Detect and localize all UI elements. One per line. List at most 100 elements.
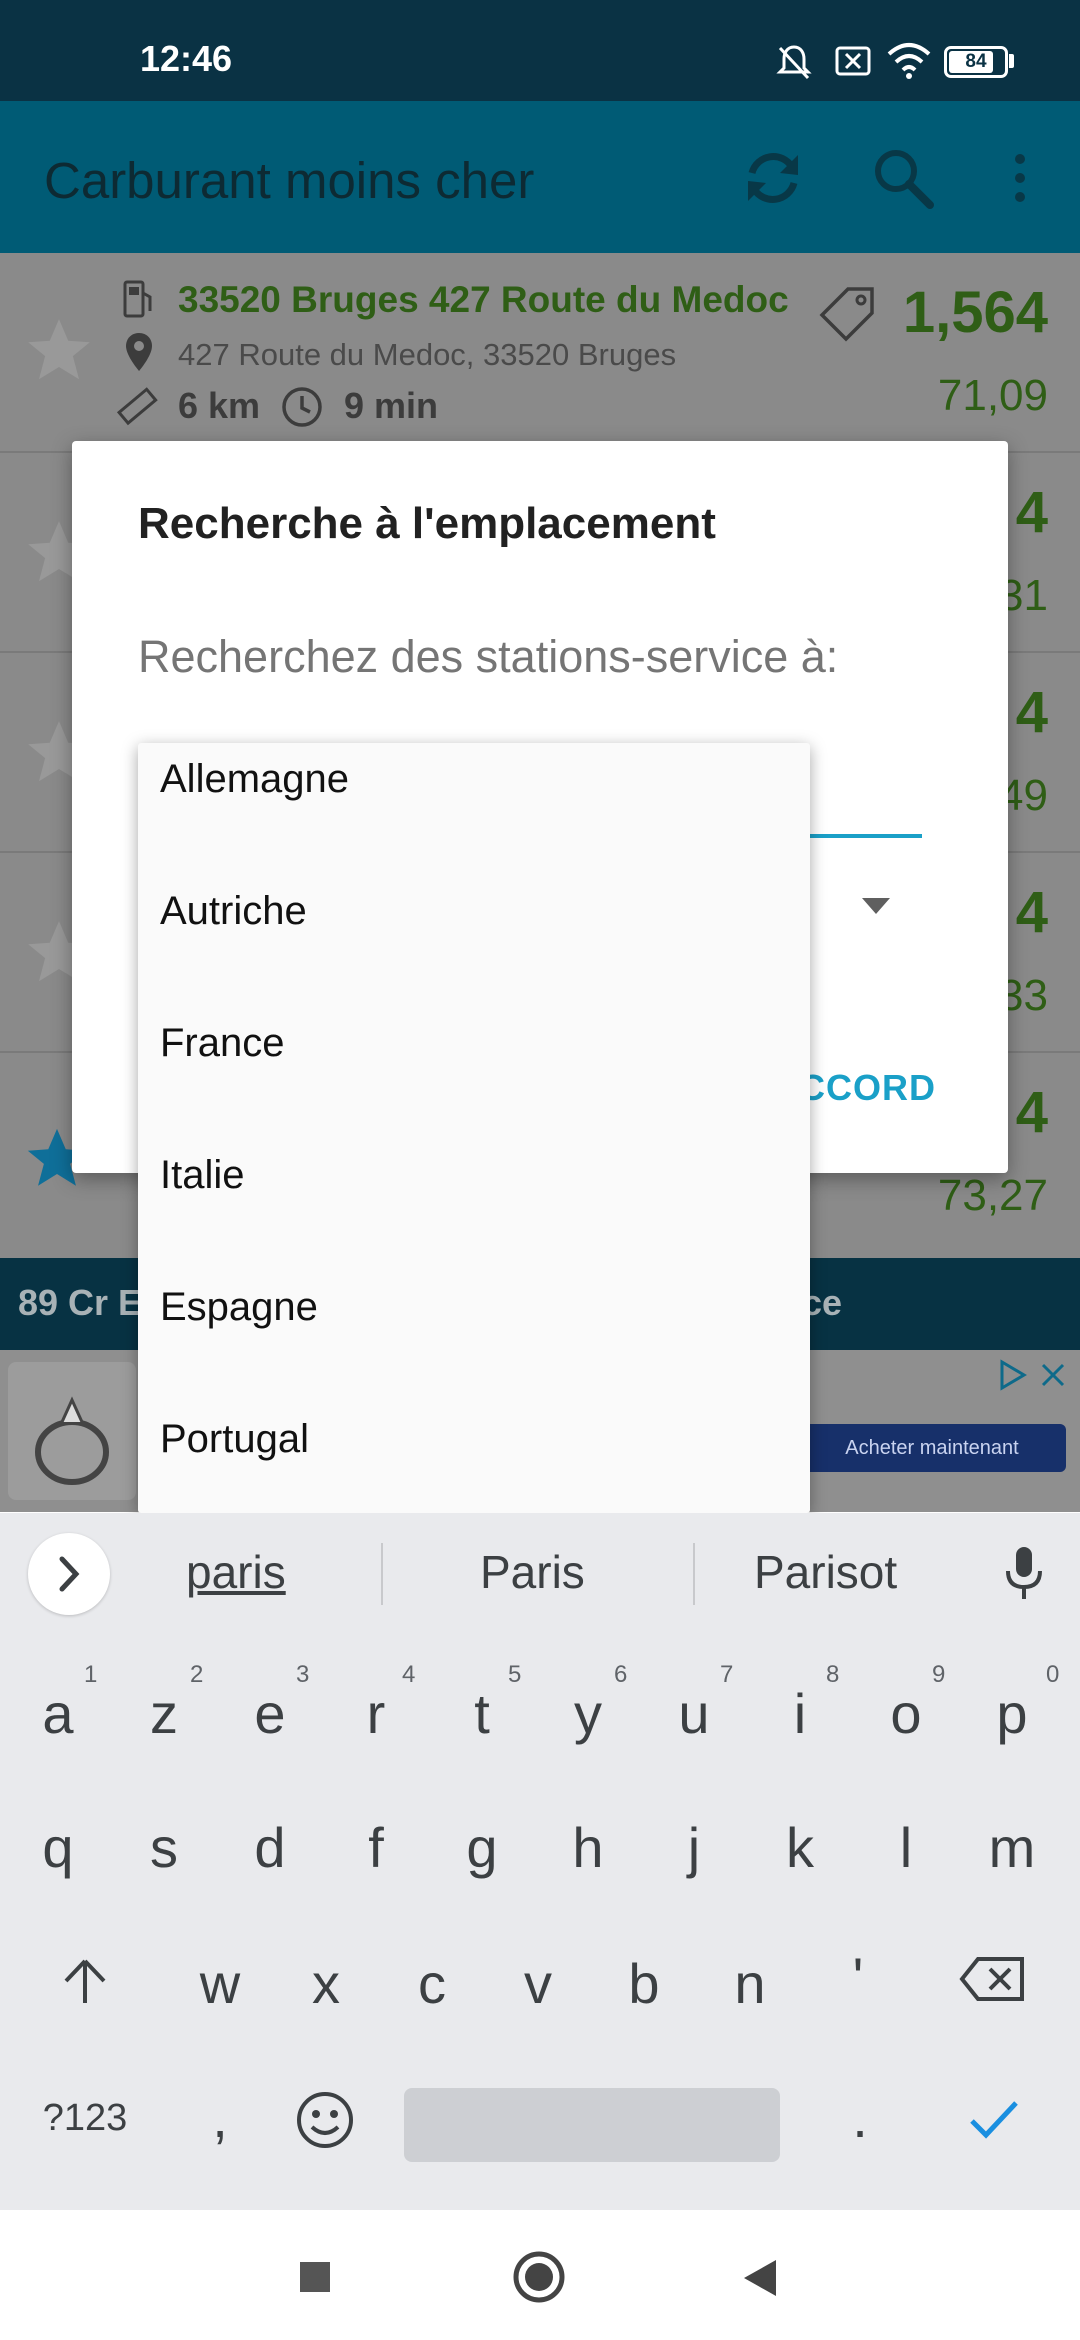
- key-hint-0: 0: [1046, 1661, 1060, 1688]
- key-r[interactable]: r: [332, 1681, 420, 1746]
- fuel-pump-icon: [123, 280, 152, 318]
- enter-check-icon[interactable]: [966, 2095, 1022, 2145]
- country-option-allemagne[interactable]: Allemagne: [160, 757, 349, 802]
- fuel-price: 4: [1015, 1080, 1048, 1145]
- suggestion-divider: [693, 1543, 695, 1605]
- home-icon[interactable]: [512, 2250, 566, 2304]
- key-f[interactable]: f: [332, 1815, 420, 1880]
- key-comma[interactable]: ,: [180, 2085, 260, 2150]
- key-v[interactable]: v: [494, 1951, 582, 2016]
- sim-disabled-icon: [835, 46, 871, 76]
- country-dropdown-arrow-icon[interactable]: [862, 898, 890, 914]
- key-e[interactable]: e: [226, 1681, 314, 1746]
- navigation-bar: [0, 2210, 1080, 2340]
- key-hint-3: 3: [296, 1661, 310, 1688]
- ad-close-icon[interactable]: [1038, 1360, 1068, 1390]
- key-period[interactable]: .: [820, 2085, 900, 2150]
- battery-level: 84: [965, 51, 987, 72]
- country-option-espagne[interactable]: Espagne: [160, 1285, 318, 1330]
- recents-icon[interactable]: [300, 2262, 330, 2292]
- emoji-icon[interactable]: [294, 2089, 356, 2151]
- symbols-key[interactable]: ?123: [20, 2097, 150, 2140]
- country-option-portugal[interactable]: Portugal: [160, 1417, 309, 1462]
- station-row[interactable]: 33520 Bruges 427 Route du Medoc 427 Rout…: [0, 253, 1080, 453]
- battery-tip: [1009, 54, 1014, 68]
- key-p[interactable]: p: [968, 1681, 1056, 1746]
- key-d[interactable]: d: [226, 1815, 314, 1880]
- location-pin-icon: [126, 333, 152, 371]
- more-options-icon[interactable]: [1000, 145, 1040, 211]
- spacebar[interactable]: [404, 2088, 780, 2162]
- key-hint-6: 6: [614, 1661, 628, 1688]
- keyboard-suggestion-strip: paris Paris Parisot: [0, 1513, 1080, 1633]
- location-text: 89 Cr E: [18, 1282, 143, 1323]
- key-hint-9: 9: [932, 1661, 946, 1688]
- fuel-price: 4: [1015, 680, 1048, 745]
- dialog-title: Recherche à l'emplacement: [138, 499, 716, 548]
- key-n[interactable]: n: [706, 1951, 794, 2016]
- price-tag-icon: [819, 287, 874, 342]
- search-icon[interactable]: [870, 145, 936, 211]
- key-j[interactable]: j: [650, 1815, 738, 1880]
- clock-icon: [282, 387, 322, 427]
- key-w[interactable]: w: [176, 1951, 264, 2016]
- ad-image[interactable]: [8, 1362, 136, 1500]
- key-y[interactable]: y: [544, 1681, 632, 1746]
- microphone-icon[interactable]: [1000, 1543, 1048, 1605]
- suggestion-divider: [381, 1543, 383, 1605]
- key-hint-5: 5: [508, 1661, 522, 1688]
- backspace-icon[interactable]: [958, 1953, 1028, 2005]
- key-hint-2: 2: [190, 1661, 204, 1688]
- key-g[interactable]: g: [438, 1815, 526, 1880]
- key-z[interactable]: z: [120, 1681, 208, 1746]
- key-q[interactable]: q: [14, 1815, 102, 1880]
- fill-total: 73,27: [937, 1171, 1048, 1220]
- key-k[interactable]: k: [756, 1815, 844, 1880]
- app-title: Carburant moins cher: [44, 152, 535, 209]
- key-h[interactable]: h: [544, 1815, 632, 1880]
- key-b[interactable]: b: [600, 1951, 688, 2016]
- key-c[interactable]: c: [388, 1951, 476, 2016]
- favorite-star-icon[interactable]: [22, 313, 96, 387]
- key-a[interactable]: a: [14, 1681, 102, 1746]
- status-time: 12:46: [140, 38, 233, 79]
- key-hint-8: 8: [826, 1661, 840, 1688]
- station-name: 33520 Bruges 427 Route du Medoc: [178, 279, 789, 320]
- suggestion-1[interactable]: paris: [186, 1545, 286, 1599]
- key-hint-1: 1: [84, 1661, 98, 1688]
- fuel-price: 4: [1015, 480, 1048, 545]
- key-x[interactable]: x: [282, 1951, 370, 2016]
- suggestion-2[interactable]: Paris: [480, 1545, 585, 1599]
- key-l[interactable]: l: [862, 1815, 950, 1880]
- station-address: 427 Route du Medoc, 33520 Bruges: [178, 337, 677, 372]
- refresh-icon[interactable]: [740, 145, 806, 211]
- key-hint-7: 7: [720, 1661, 734, 1688]
- shift-icon[interactable]: [60, 1955, 110, 2007]
- chevron-right-icon: [59, 1556, 80, 1592]
- back-icon[interactable]: [742, 2258, 778, 2298]
- country-dropdown-list: Allemagne Autriche France Italie Espagne…: [138, 743, 810, 1513]
- keyboard-expand-button[interactable]: [28, 1533, 110, 1615]
- key-u[interactable]: u: [650, 1681, 738, 1746]
- country-option-france[interactable]: France: [160, 1021, 285, 1066]
- key-s[interactable]: s: [120, 1815, 208, 1880]
- keyboard: a 1 z 2 e 3 r 4 t 5 y 6 u 7 i 8 o 9 p 0 …: [0, 1633, 1080, 2210]
- fuel-price: 1,564: [902, 280, 1048, 345]
- key-o[interactable]: o: [862, 1681, 950, 1746]
- country-option-italie[interactable]: Italie: [160, 1153, 245, 1198]
- mute-notifications-icon: [776, 45, 812, 80]
- key-m[interactable]: m: [968, 1815, 1056, 1880]
- fuel-price: 4: [1015, 880, 1048, 945]
- key-hint-4: 4: [402, 1661, 416, 1688]
- ad-buy-button[interactable]: Acheter maintenant: [798, 1424, 1066, 1472]
- station-duration: 9 min: [344, 385, 439, 426]
- key-apostrophe[interactable]: ': [814, 1945, 902, 2010]
- key-t[interactable]: t: [438, 1681, 526, 1746]
- station-distance: 6 km: [178, 385, 261, 426]
- status-bar: 12:46 84: [0, 0, 1080, 101]
- adchoices-icon[interactable]: [996, 1358, 1030, 1392]
- country-option-autriche[interactable]: Autriche: [160, 889, 307, 934]
- ring-image: [35, 1396, 109, 1485]
- key-i[interactable]: i: [756, 1681, 844, 1746]
- suggestion-3[interactable]: Parisot: [754, 1545, 897, 1599]
